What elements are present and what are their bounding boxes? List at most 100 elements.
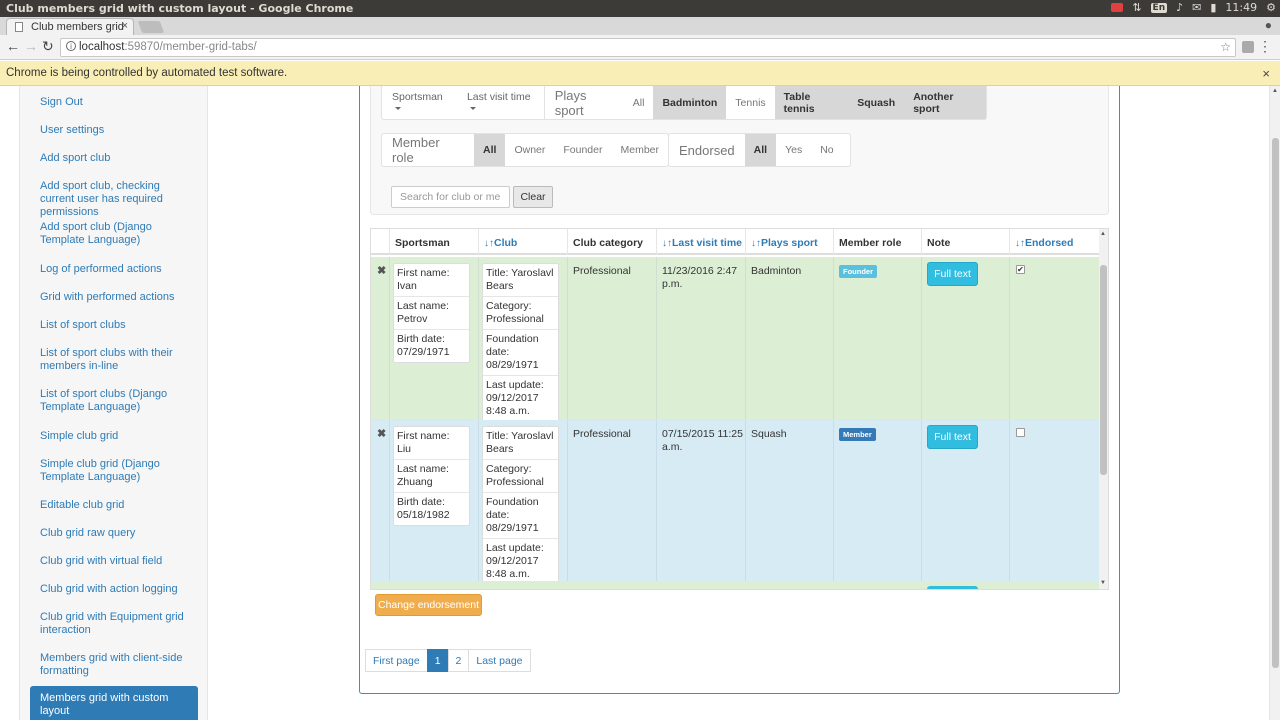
first-page-link[interactable]: First page — [365, 649, 428, 672]
close-infobar-icon[interactable]: × — [1262, 66, 1270, 81]
sidebar-item-club-grid-raw-query[interactable]: Club grid raw query — [40, 527, 196, 540]
settings-gear-icon[interactable]: ⚙ — [1266, 1, 1276, 14]
sidebar-item-members-grid-custom-layout[interactable]: Members grid with custom layout — [30, 686, 198, 720]
keyboard-layout-indicator[interactable]: En — [1150, 2, 1168, 13]
birth-date: Birth date: 05/18/1982 — [397, 496, 450, 521]
delete-row-icon[interactable]: ✖ — [377, 264, 386, 277]
scroll-up-icon[interactable]: ▲ — [1100, 231, 1106, 237]
sidebar-item-add-sport-club[interactable]: Add sport club — [40, 152, 196, 165]
column-header-endorsed[interactable]: ↓↑Endorsed — [1010, 229, 1100, 255]
member-role-owner[interactable]: Owner — [505, 134, 554, 166]
endorsed-checkbox[interactable] — [1016, 428, 1025, 437]
column-header-last-visit-time[interactable]: ↓↑Last visit time — [657, 229, 746, 255]
volume-icon[interactable]: ♪ — [1176, 1, 1183, 14]
club-card: Title: Yaroslavl Bears Category: Profess… — [482, 426, 559, 585]
scroll-up-icon[interactable]: ▲ — [1272, 88, 1278, 94]
sidebar-item-user-settings[interactable]: User settings — [40, 124, 196, 137]
window-title: Club members grid with custom layout - G… — [6, 2, 354, 15]
sidebar-item-add-club-dtl[interactable]: Add sport club (Django Template Language… — [40, 221, 196, 247]
grid-scrollbar-thumb[interactable] — [1100, 265, 1107, 475]
first-name: First name: Liu — [394, 427, 469, 460]
member-role-member[interactable]: Member — [611, 134, 668, 166]
plays-sport-another[interactable]: Another sport — [904, 86, 986, 119]
sportsman-dropdown-label: Sportsman — [392, 90, 443, 103]
url-host: localhost — [79, 41, 125, 53]
endorsed-yes[interactable]: Yes — [776, 134, 811, 166]
sidebar-item-club-grid-equipment[interactable]: Club grid with Equipment grid interactio… — [40, 611, 196, 637]
sidebar-item-simple-club-grid[interactable]: Simple club grid — [40, 430, 196, 443]
sidebar-item-club-grid-virtual-field[interactable]: Club grid with virtual field — [40, 555, 196, 568]
close-tab-icon[interactable]: × — [122, 20, 128, 32]
club-title: Title: Yaroslavl Bears — [483, 427, 558, 460]
full-text-button[interactable]: Full text — [927, 262, 978, 286]
member-role-cell: Founder — [834, 257, 922, 419]
os-top-bar: Club members grid with custom layout - G… — [0, 0, 1280, 17]
actions-cell: ✖ — [371, 420, 390, 582]
member-role-all[interactable]: All — [474, 134, 506, 166]
last-page-link[interactable]: Last page — [468, 649, 531, 672]
club-category-value: Professional — [573, 265, 631, 277]
record-icon[interactable] — [1111, 3, 1124, 12]
change-endorsement-button[interactable]: Change endorsement — [375, 594, 482, 616]
endorsed-no[interactable]: No — [811, 134, 842, 166]
profile-icon[interactable]: ● — [1265, 18, 1272, 32]
full-text-button[interactable]: Full text — [927, 425, 978, 449]
back-icon[interactable]: ← — [6, 38, 20, 54]
sidebar-item-actions-grid[interactable]: Grid with performed actions — [40, 291, 196, 304]
sidebar-item-sign-out[interactable]: Sign Out — [40, 96, 196, 109]
sidebar-item-club-list[interactable]: List of sport clubs — [40, 319, 196, 332]
column-header-club[interactable]: ↓↑Club — [479, 229, 568, 255]
network-icon[interactable]: ⇅ — [1132, 1, 1141, 14]
sidebar-item-club-list-members[interactable]: List of sport clubs with their members i… — [40, 347, 196, 373]
sidebar-item-simple-club-grid-dtl[interactable]: Simple club grid (Django Template Langua… — [40, 458, 196, 484]
forward-icon[interactable]: → — [24, 38, 38, 54]
page-scrollbar[interactable]: ▲ — [1269, 86, 1280, 720]
full-text-button-partial[interactable] — [927, 586, 978, 589]
address-bar[interactable]: i localhost:59870/member-grid-tabs/ ☆ — [60, 38, 1236, 57]
grid-scrollbar[interactable]: ▲ ▼ — [1099, 229, 1108, 589]
clear-button[interactable]: Clear — [513, 186, 553, 208]
plays-sport-all[interactable]: All — [624, 86, 654, 119]
club-cell: Title: Yaroslavl Bears Category: Profess… — [479, 257, 568, 422]
plays-sport-table-tennis[interactable]: Table tennis — [774, 86, 849, 119]
sidebar-item-add-club-permissions[interactable]: Add sport club, checking current user ha… — [40, 180, 196, 219]
bookmark-star-icon[interactable]: ☆ — [1220, 40, 1231, 54]
endorsed-all[interactable]: All — [744, 134, 777, 166]
scroll-down-icon[interactable]: ▼ — [1100, 580, 1106, 586]
sport-filter-group: Sportsman Last visit time Plays sport Al… — [381, 86, 987, 120]
plays-sport-squash[interactable]: Squash — [848, 86, 905, 119]
sidebar-item-club-grid-action-logging[interactable]: Club grid with action logging — [40, 583, 196, 596]
page-link-2[interactable]: 2 — [447, 649, 470, 672]
page-link-1[interactable]: 1 — [426, 649, 449, 672]
sidebar-item-members-grid-client-format[interactable]: Members grid with client-side formatting — [40, 652, 196, 678]
sidebar-item-action-log[interactable]: Log of performed actions — [40, 263, 196, 276]
column-header-plays-sport[interactable]: ↓↑Plays sport — [746, 229, 834, 255]
plays-sport-badminton[interactable]: Badminton — [653, 86, 727, 119]
sidebar-item-club-list-dtl[interactable]: List of sport clubs (Django Template Lan… — [40, 388, 196, 414]
new-tab-button[interactable] — [137, 21, 165, 33]
extension-icon[interactable] — [1242, 41, 1254, 53]
endorsed-checkbox[interactable]: ✔ — [1016, 265, 1025, 274]
club-cell: Title: Yaroslavl Bears Category: Profess… — [479, 420, 568, 585]
mail-icon[interactable]: ✉ — [1192, 1, 1201, 14]
caret-down-icon — [469, 107, 476, 111]
sportsman-card: First name: Liu Last name: Zhuang Birth … — [393, 426, 470, 526]
member-role-founder[interactable]: Founder — [554, 134, 611, 166]
site-info-icon[interactable]: i — [66, 41, 76, 51]
page-scrollbar-thumb[interactable] — [1272, 138, 1279, 668]
search-input[interactable] — [391, 186, 510, 208]
chrome-menu-icon[interactable]: ⋮ — [1258, 38, 1272, 55]
sportsman-dropdown[interactable]: Sportsman — [382, 91, 457, 115]
reload-icon[interactable]: ↻ — [42, 38, 54, 55]
delete-row-icon[interactable]: ✖ — [377, 427, 386, 440]
page-favicon-icon — [15, 22, 23, 32]
club-last-update: Last update: 09/12/2017 8:48 a.m. — [486, 542, 544, 580]
last-visit-cell: 07/15/2015 11:25 a.m. — [657, 420, 746, 582]
plays-sport-tennis[interactable]: Tennis — [726, 86, 774, 119]
club-category-item: Category: Professional — [483, 460, 558, 493]
battery-icon[interactable]: ▮ — [1210, 1, 1216, 14]
last-visit-dropdown[interactable]: Last visit time — [457, 91, 544, 115]
sidebar-item-editable-club-grid[interactable]: Editable club grid — [40, 499, 196, 512]
clock[interactable]: 11:49 — [1225, 1, 1257, 14]
browser-tab[interactable]: Club members grid × — [6, 18, 134, 35]
